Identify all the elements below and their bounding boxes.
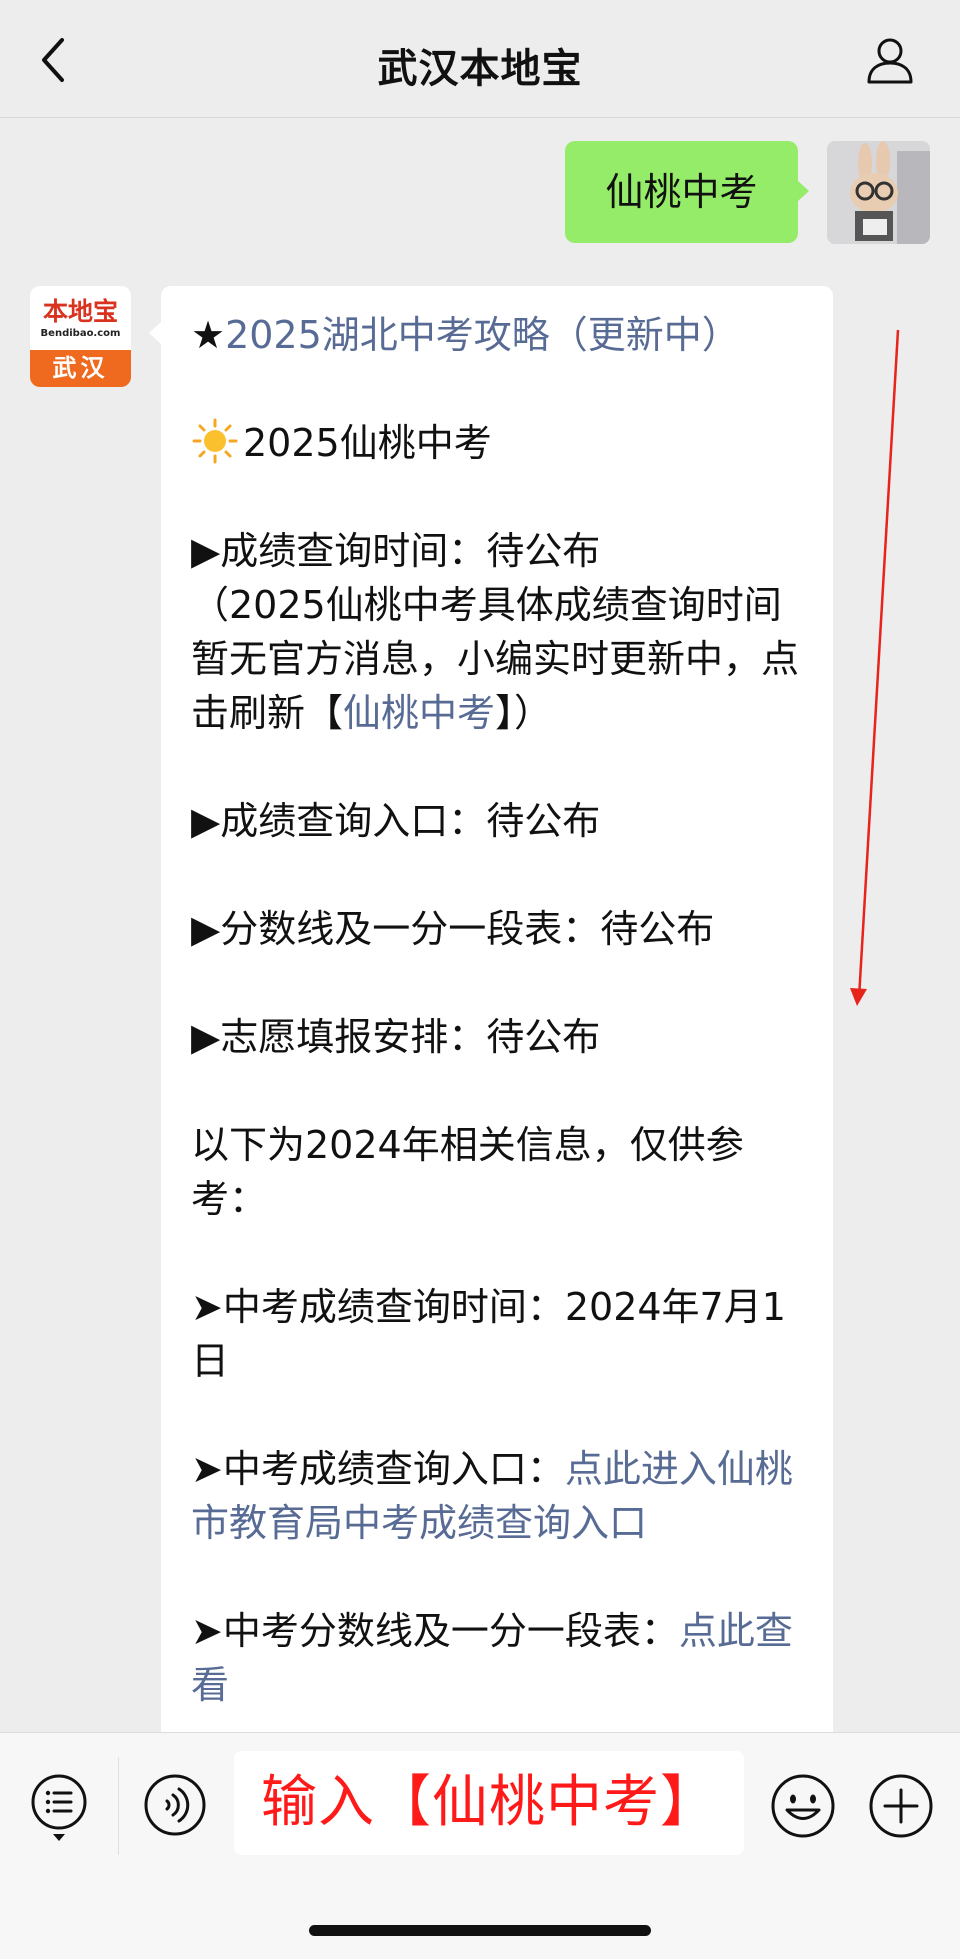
chat-title: 武汉本地宝 xyxy=(377,46,583,92)
last-year-entry-label: ➤中考成绩查询入口： xyxy=(191,1447,565,1491)
score-time-label: ▶成绩查询时间：待公布 xyxy=(191,529,601,573)
incoming-message-bubble: ★2025湖北中考攻略（更新中） 2025仙桃中考 ▶成绩查询时间：待公布 （20… xyxy=(161,286,833,1746)
last-year-cutoff-label: ➤中考分数线及一分一段表： xyxy=(191,1609,679,1653)
voice-icon xyxy=(144,1774,206,1836)
plus-button[interactable] xyxy=(868,1773,934,1839)
sender-url: Bendibao.com xyxy=(40,328,121,339)
chat-header: 武汉本地宝 xyxy=(0,0,960,118)
bar-divider xyxy=(118,1757,119,1855)
star-glyph: ★ xyxy=(191,313,226,357)
person-icon xyxy=(867,38,913,84)
heading-text: 2025仙桃中考 xyxy=(243,421,492,465)
plus-icon xyxy=(869,1774,933,1838)
heading-line: 2025仙桃中考 xyxy=(191,416,806,470)
list-menu-icon xyxy=(31,1774,87,1841)
refresh-link[interactable]: 仙桃中考 xyxy=(343,691,495,735)
score-time-note-after: 】） xyxy=(495,691,553,735)
sender-logo: 本地宝 Bendibao.com xyxy=(30,286,131,350)
sender-avatar[interactable]: 本地宝 Bendibao.com 武汉 xyxy=(30,286,131,387)
outgoing-message-bubble[interactable]: 仙桃中考 xyxy=(565,141,798,243)
reference-note: 以下为2024年相关信息，仅供参考： xyxy=(191,1123,744,1221)
input-annotation: 输入【仙桃中考】 xyxy=(261,1770,717,1835)
score-entry-line: ▶成绩查询入口：待公布 xyxy=(191,799,601,843)
incoming-bubble-tail xyxy=(149,322,161,344)
emoji-button[interactable] xyxy=(770,1773,836,1839)
cutoff-line: ▶分数线及一分一段表：待公布 xyxy=(191,907,715,951)
my-avatar[interactable] xyxy=(827,141,930,244)
voice-button[interactable] xyxy=(143,1773,207,1837)
score-time-block: ▶成绩查询时间：待公布 （2025仙桃中考具体成绩查询时间暂无官方消息，小编实时更… xyxy=(191,524,806,740)
annotation-arrow xyxy=(850,329,900,1006)
last-year-entry-line: ➤中考成绩查询入口：点此进入仙桃市教育局中考成绩查询入口 xyxy=(191,1442,806,1550)
menu-button[interactable] xyxy=(30,1773,88,1843)
outgoing-bubble-tail xyxy=(797,180,809,202)
profile-button[interactable] xyxy=(864,34,916,86)
guide-line: ★2025湖北中考攻略（更新中） xyxy=(191,308,806,362)
sender-brand: 本地宝 xyxy=(42,297,118,326)
message-body: ★2025湖北中考攻略（更新中） 2025仙桃中考 ▶成绩查询时间：待公布 （20… xyxy=(191,308,806,1746)
home-indicator[interactable] xyxy=(309,1925,651,1936)
emoji-icon xyxy=(771,1774,835,1838)
last-year-cutoff-line: ➤中考分数线及一分一段表：点此查看 xyxy=(191,1604,806,1712)
sender-city: 武汉 xyxy=(30,350,131,387)
message-input[interactable]: 输入【仙桃中考】 xyxy=(234,1751,744,1855)
volunteer-line: ▶志愿填报安排：待公布 xyxy=(191,1015,601,1059)
guide-link[interactable]: 2025湖北中考攻略（更新中） xyxy=(225,313,740,357)
last-year-time: ➤中考成绩查询时间：2024年7月1日 xyxy=(191,1285,786,1383)
sun-icon xyxy=(192,418,238,464)
